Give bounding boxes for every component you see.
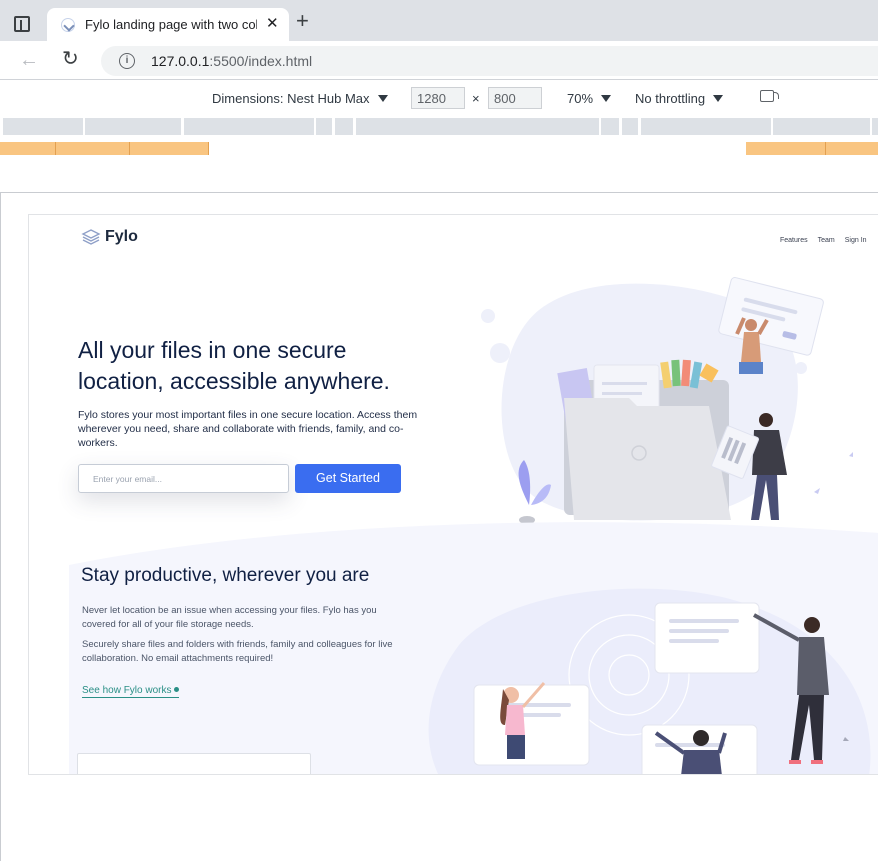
browser-tab[interactable]: Fylo landing page with two colur ✕: [47, 8, 289, 41]
see-how-link[interactable]: See how Fylo works: [82, 685, 180, 698]
zoom-dropdown[interactable]: 70%: [567, 91, 612, 106]
hero-text: Fylo stores your most important files in…: [78, 409, 418, 449]
breakpoint-segment[interactable]: [746, 142, 826, 155]
chevron-down-icon: [377, 95, 388, 102]
media-query-segment[interactable]: [622, 118, 638, 135]
rotate-icon[interactable]: [760, 90, 779, 102]
nav-link-features[interactable]: Features: [780, 237, 808, 244]
media-query-segment[interactable]: [184, 118, 314, 135]
reload-icon[interactable]: ↻: [62, 49, 79, 69]
breakpoint-bar[interactable]: [0, 142, 878, 155]
top-nav: Features Team Sign In: [780, 237, 867, 244]
address-bar: ← ↻ i 127.0.0.1:5500/index.html: [0, 41, 878, 80]
height-input[interactable]: 800: [488, 87, 542, 109]
tab-strip: Fylo landing page with two colur ✕ +: [0, 0, 878, 41]
link-dot-icon: [174, 687, 180, 692]
zoom-label: 70%: [567, 91, 594, 106]
device-label: Dimensions: Nest Hub Max: [212, 91, 370, 106]
tab-actions-icon[interactable]: [14, 16, 30, 32]
nav-link-sign-in[interactable]: Sign In: [845, 237, 867, 244]
media-query-segment[interactable]: [641, 118, 771, 135]
close-tab-icon[interactable]: ✕: [266, 15, 279, 33]
features-illustration: [428, 588, 871, 774]
divider: [0, 193, 1, 861]
features-title: Stay productive, wherever you are: [81, 565, 370, 586]
see-how-link-text: See how Fylo works: [82, 685, 172, 696]
get-started-button[interactable]: Get Started: [295, 464, 401, 493]
email-input[interactable]: Enter your email...: [78, 464, 289, 493]
media-query-segment[interactable]: [356, 118, 599, 135]
media-query-segment[interactable]: [85, 118, 181, 135]
site-info-icon[interactable]: i: [119, 53, 135, 69]
chevron-down-icon: [713, 95, 724, 102]
breakpoint-segment[interactable]: [56, 142, 130, 155]
features-paragraph-2: Securely share files and folders with fr…: [82, 639, 393, 664]
omnibox[interactable]: i 127.0.0.1:5500/index.html: [101, 46, 878, 76]
favicon-icon: [61, 18, 75, 32]
chevron-down-icon: [601, 95, 612, 102]
times-label: ×: [472, 91, 480, 106]
logo-text: Fylo: [105, 228, 138, 245]
device-dropdown[interactable]: Dimensions: Nest Hub Max: [212, 91, 388, 106]
back-arrow-icon[interactable]: ←: [19, 50, 39, 70]
new-tab-icon[interactable]: +: [296, 10, 309, 32]
media-query-segment[interactable]: [872, 118, 878, 135]
width-input[interactable]: 1280: [411, 87, 465, 109]
throttling-dropdown[interactable]: No throttling: [635, 91, 724, 106]
media-query-bar[interactable]: [0, 118, 878, 135]
features-paragraph-1: Never let location be an issue when acce…: [82, 605, 377, 630]
media-query-segment[interactable]: [316, 118, 332, 135]
media-query-segment[interactable]: [3, 118, 83, 135]
tab-title: Fylo landing page with two colur: [85, 17, 257, 32]
hero-title: All your files in one secure location, a…: [78, 337, 390, 394]
url-text[interactable]: 127.0.0.1:5500/index.html: [151, 53, 312, 69]
url-host: 127.0.0.1: [151, 53, 210, 69]
media-query-segment[interactable]: [773, 118, 870, 135]
breakpoint-segment[interactable]: [0, 142, 56, 155]
logo[interactable]: Fylo: [81, 228, 138, 246]
nav-link-team[interactable]: Team: [818, 237, 835, 244]
logo-layers-icon: [81, 229, 101, 245]
breakpoint-segment[interactable]: [826, 142, 878, 155]
hero-illustration: [481, 277, 853, 524]
media-query-segment[interactable]: [335, 118, 353, 135]
testimonial-card: [77, 753, 311, 774]
url-path: :5500/index.html: [209, 53, 313, 69]
emulated-page: Fylo Features Team Sign In All your file…: [28, 214, 878, 775]
media-query-segment[interactable]: [601, 118, 619, 135]
breakpoint-segment[interactable]: [130, 142, 209, 155]
throttling-label: No throttling: [635, 91, 706, 106]
device-toolbar: Dimensions: Nest Hub Max 1280 × 800 70% …: [0, 80, 878, 116]
